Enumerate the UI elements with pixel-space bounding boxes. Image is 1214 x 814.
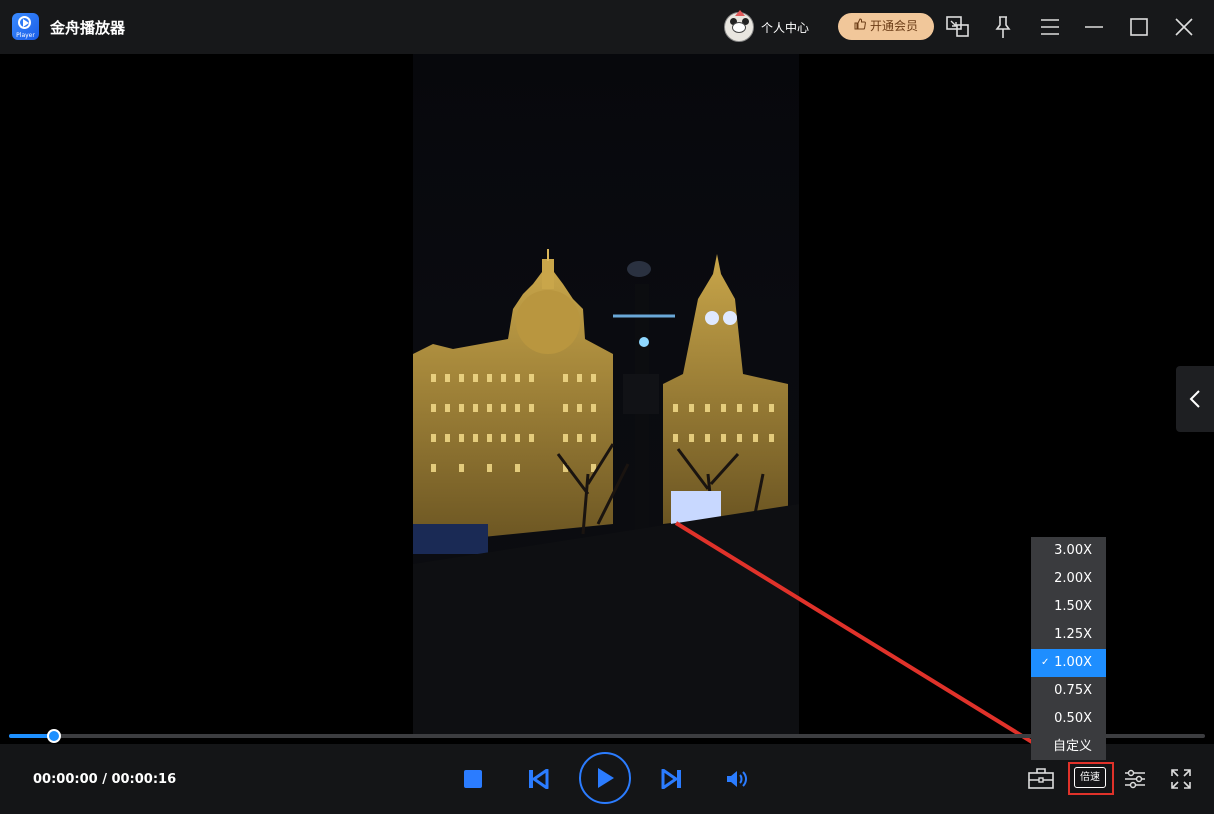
stop-button[interactable]: [462, 768, 484, 790]
toolbox-button[interactable]: [1028, 766, 1054, 790]
speed-button[interactable]: 倍速: [1074, 767, 1106, 788]
speed-option[interactable]: 3.00X: [1031, 537, 1106, 565]
speed-option[interactable]: ✓ 1.00X: [1031, 649, 1106, 677]
time-display: 00:00:00 / 00:00:16: [33, 772, 177, 787]
speed-option[interactable]: 自定义: [1031, 733, 1106, 761]
progress-thumb[interactable]: [47, 729, 61, 743]
speed-option-label: 3.00X: [1054, 543, 1092, 558]
previous-button[interactable]: [526, 768, 550, 790]
speed-option[interactable]: 1.25X: [1031, 621, 1106, 649]
speed-option-label: 1.25X: [1054, 627, 1092, 642]
fullscreen-button[interactable]: [1170, 768, 1192, 790]
speed-option-label: 0.50X: [1054, 711, 1092, 726]
speed-menu: 3.00X 2.00X 1.50X 1.25X ✓ 1.00X 0.75X 0.50X 自定义: [1031, 537, 1106, 760]
speed-option-label: 1.00X: [1054, 655, 1092, 670]
toolbox-icon: [1028, 768, 1054, 789]
play-icon: [598, 768, 614, 788]
play-button[interactable]: [579, 752, 631, 804]
sliders-icon: [1125, 769, 1145, 789]
speed-option-label: 2.00X: [1054, 571, 1092, 586]
fullscreen-icon: [1171, 769, 1191, 789]
speed-option[interactable]: 2.00X: [1031, 565, 1106, 593]
progress-bar[interactable]: [9, 729, 1205, 743]
skip-next-icon: [661, 769, 681, 789]
speed-option-label: 1.50X: [1054, 599, 1092, 614]
speed-option[interactable]: 1.50X: [1031, 593, 1106, 621]
speed-option[interactable]: 0.75X: [1031, 677, 1106, 705]
check-icon: ✓: [1041, 657, 1050, 668]
stop-icon: [464, 770, 482, 788]
volume-button[interactable]: [724, 768, 750, 790]
next-button[interactable]: [660, 768, 684, 790]
speed-option[interactable]: 0.50X: [1031, 705, 1106, 733]
settings-button[interactable]: [1123, 768, 1147, 790]
volume-icon: [727, 771, 747, 787]
speed-option-label: 自定义: [1052, 739, 1092, 754]
skip-previous-icon: [529, 769, 549, 789]
speed-option-label: 0.75X: [1054, 683, 1092, 698]
